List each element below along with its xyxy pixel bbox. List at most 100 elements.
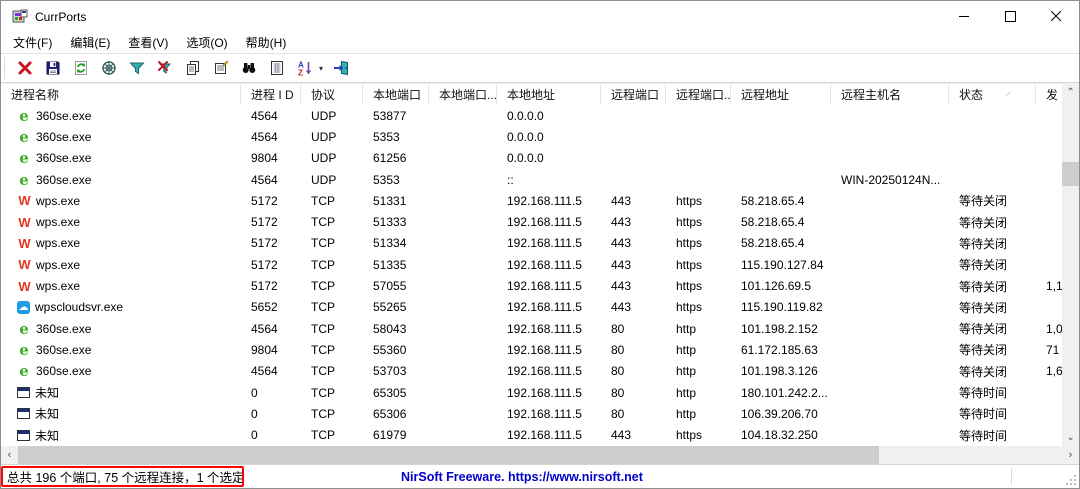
table-row[interactable]: wps.exe 5172 TCP 51334 192.168.111.5 443… [1, 233, 1062, 254]
local-port-name-cell [429, 148, 497, 169]
exit-button[interactable] [327, 55, 355, 81]
menu-view[interactable]: 查看(V) [119, 32, 177, 53]
find-button[interactable] [235, 55, 263, 81]
resolve-addresses-button[interactable] [95, 55, 123, 81]
table-row[interactable]: 360se.exe 4564 TCP 58043 192.168.111.5 8… [1, 318, 1062, 339]
table-row[interactable]: 360se.exe 9804 UDP 61256 0.0.0.0 [1, 148, 1062, 169]
column-header-remote-address[interactable]: 远程地址 [731, 84, 831, 105]
table-row[interactable]: 360se.exe 9804 TCP 55360 192.168.111.5 8… [1, 339, 1062, 360]
table-row[interactable]: wps.exe 5172 TCP 51333 192.168.111.5 443… [1, 211, 1062, 232]
remote-port-name-cell [666, 148, 731, 169]
close-connection-button[interactable] [11, 55, 39, 81]
sort-dropdown-caret[interactable]: ▾ [315, 55, 327, 81]
copy-button[interactable] [179, 55, 207, 81]
column-header-state[interactable]: 状态 ⟋ [949, 84, 1036, 105]
scroll-right-arrow[interactable]: › [1062, 446, 1079, 464]
vertical-scrollbar-thumb[interactable] [1062, 162, 1079, 186]
column-header-local-port-name[interactable]: 本地端口... [429, 84, 497, 105]
table-row[interactable]: 360se.exe 4564 TCP 53703 192.168.111.5 8… [1, 361, 1062, 382]
remote-port-cell: 443 [611, 300, 632, 315]
protocol-cell: TCP [311, 215, 335, 230]
pid-cell: 4564 [251, 172, 278, 187]
protocol-cell: UDP [311, 172, 337, 187]
process-icon [17, 343, 31, 357]
local-address-cell: 0.0.0.0 [507, 129, 544, 144]
toolbar-grip [4, 57, 5, 79]
maximize-button[interactable] [987, 1, 1033, 32]
clear-filter-button[interactable] [151, 55, 179, 81]
table-row[interactable]: wps.exe 5172 TCP 51335 192.168.111.5 443… [1, 254, 1062, 275]
remote-host-cell [831, 339, 949, 360]
menu-edit[interactable]: 编辑(E) [61, 32, 119, 53]
table-row[interactable]: 未知 0 TCP 65305 192.168.111.5 80 http 180… [1, 382, 1062, 403]
table-row[interactable]: 360se.exe 4564 UDP 53877 0.0.0.0 [1, 105, 1062, 126]
state-cell: 等待关闭 [959, 364, 1008, 379]
column-header-remote-host[interactable]: 远程主机名 [831, 84, 949, 105]
remote-port-name-cell: http [676, 364, 697, 379]
scroll-up-arrow[interactable]: ⌃ [1062, 84, 1079, 101]
menu-options[interactable]: 选项(O) [177, 32, 236, 53]
table-row[interactable]: wpscloudsvr.exe 5652 TCP 55265 192.168.1… [1, 297, 1062, 318]
resize-grip[interactable] [1066, 475, 1076, 485]
filter-icon [129, 62, 145, 75]
table-header-row: 进程名称 进程 I D 协议 本地端口 本地端口... 本地地址 远程端口 远程… [1, 84, 1062, 105]
table-row[interactable]: wps.exe 5172 TCP 57055 192.168.111.5 443… [1, 275, 1062, 296]
protocol-cell: TCP [311, 193, 335, 208]
local-port-cell: 55360 [373, 342, 407, 357]
column-header-local-address[interactable]: 本地地址 [497, 84, 601, 105]
protocol-cell: TCP [311, 257, 335, 272]
report-button[interactable] [263, 55, 291, 81]
local-port-cell: 55265 [373, 300, 407, 315]
column-header-process[interactable]: 进程名称 [1, 84, 241, 105]
state-cell: 等待关闭 [959, 322, 1008, 337]
column-header-remote-port[interactable]: 远程端口 [601, 84, 666, 105]
process-icon [17, 387, 30, 398]
local-address-cell: 192.168.111.5 [507, 257, 582, 272]
process-icon [17, 236, 31, 250]
local-port-cell: 53877 [373, 108, 407, 123]
table-row[interactable]: wps.exe 5172 TCP 51331 192.168.111.5 443… [1, 190, 1062, 211]
close-button[interactable] [1033, 1, 1079, 32]
remote-host-cell [831, 126, 949, 147]
local-port-cell: 5353 [373, 129, 400, 144]
local-port-cell: 61256 [373, 151, 407, 166]
process-cell: 360se.exe [1, 339, 241, 360]
state-cell: 等待时间 [959, 407, 1008, 422]
save-icon [46, 61, 60, 75]
scroll-left-arrow[interactable]: ‹ [1, 446, 18, 464]
horizontal-scrollbar[interactable]: ‹ › [1, 446, 1079, 464]
properties-button[interactable] [207, 55, 235, 81]
column-header-pid[interactable]: 进程 I D [241, 84, 301, 105]
column-header-remote-port-name[interactable]: 远程端口... [666, 84, 731, 105]
remote-port-name-cell: http [676, 321, 697, 336]
remote-address-cell: 101.126.69.5 [741, 279, 812, 294]
refresh-button[interactable] [67, 55, 95, 81]
remote-port-name-cell: https [676, 193, 703, 208]
table-row[interactable]: 360se.exe 4564 UDP 5353 :: WIN-20250124N… [1, 169, 1062, 190]
table-row[interactable]: 未知 0 TCP 61979 192.168.111.5 443 https 1… [1, 424, 1062, 445]
process-icon [17, 429, 30, 441]
column-header-protocol[interactable]: 协议 [301, 84, 363, 105]
sent-bytes-cell [1036, 190, 1062, 211]
menu-help[interactable]: 帮助(H) [237, 32, 296, 53]
table-row[interactable]: 未知 0 TCP 65306 192.168.111.5 80 http 106… [1, 403, 1062, 424]
remote-port-name-cell: https [676, 279, 703, 294]
filter-button[interactable] [123, 55, 151, 81]
menu-bar: 文件(F) 编辑(E) 查看(V) 选项(O) 帮助(H) [1, 32, 1079, 53]
column-header-sent[interactable]: 发 [1036, 84, 1062, 105]
column-header-local-port[interactable]: 本地端口 [363, 84, 429, 105]
process-icon [17, 279, 31, 293]
table-row[interactable]: 360se.exe 4564 UDP 5353 0.0.0.0 [1, 126, 1062, 147]
save-button[interactable] [39, 55, 67, 81]
process-cell: 360se.exe [1, 318, 241, 339]
nirsoft-link[interactable]: NirSoft Freeware. https://www.nirsoft.ne… [401, 470, 643, 484]
menu-file[interactable]: 文件(F) [4, 32, 61, 53]
minimize-button[interactable] [941, 1, 987, 32]
connections-table: 进程名称 进程 I D 协议 本地端口 本地端口... 本地地址 远程端口 远程… [1, 84, 1062, 446]
remote-host-cell: WIN-20250124N... [841, 172, 941, 187]
vertical-scrollbar[interactable]: ⌃ ⌄ [1062, 84, 1079, 446]
state-cell: 等待关闭 [959, 236, 1008, 251]
remote-address-cell: 104.18.32.250 [741, 428, 818, 443]
scroll-down-arrow[interactable]: ⌄ [1062, 429, 1079, 446]
horizontal-scrollbar-thumb[interactable] [18, 446, 879, 464]
